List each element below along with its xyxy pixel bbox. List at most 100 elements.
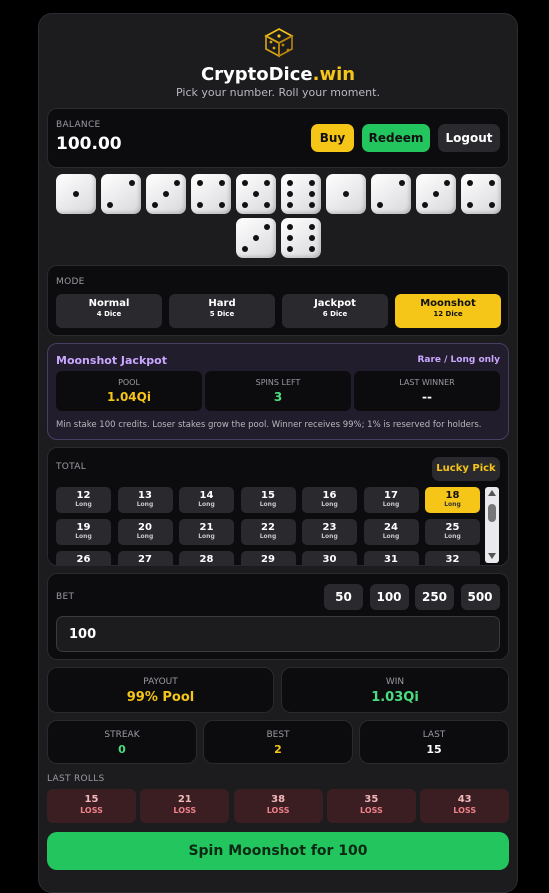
roll-result: LOSS bbox=[360, 806, 383, 815]
total-type: Long bbox=[136, 533, 154, 540]
die-pip bbox=[286, 246, 293, 252]
die-pip bbox=[151, 202, 158, 208]
title-main: CryptoDice bbox=[200, 64, 313, 85]
total-number: 21 bbox=[199, 522, 214, 533]
die-four-icon bbox=[190, 174, 231, 214]
die-pip bbox=[398, 180, 405, 186]
total-option-16[interactable]: 16 Long bbox=[302, 487, 357, 513]
total-scrollbar[interactable] bbox=[485, 487, 499, 563]
die-pip bbox=[241, 180, 248, 186]
total-option-31[interactable]: 31Long bbox=[363, 551, 419, 565]
app-title: CryptoDice.win bbox=[39, 64, 517, 85]
total-number: 17 bbox=[384, 490, 398, 501]
mode-hard-button[interactable]: Hard 5 Dice bbox=[169, 294, 275, 328]
die-three-icon bbox=[145, 174, 186, 214]
last-roll-item: 38 LOSS bbox=[233, 789, 323, 823]
die-pip bbox=[196, 202, 203, 208]
total-option-17[interactable]: 17 Long bbox=[363, 487, 419, 513]
die-pip bbox=[196, 180, 203, 186]
total-type: Long bbox=[75, 501, 92, 508]
total-option-32[interactable]: 32Long bbox=[425, 551, 480, 565]
total-option-18[interactable]: 18 Long bbox=[425, 487, 480, 513]
total-option-12[interactable]: 12 Long bbox=[56, 487, 111, 513]
redeem-button[interactable]: Redeem bbox=[362, 124, 430, 152]
mode-moonshot-button[interactable]: Moonshot 12 Dice bbox=[395, 294, 501, 328]
tagline: Pick your number. Roll your moment. bbox=[176, 86, 380, 99]
streak-box: STREAK 0 bbox=[47, 720, 197, 764]
total-option-14[interactable]: 14 Long bbox=[179, 487, 234, 513]
scrollbar-thumb[interactable] bbox=[488, 504, 496, 522]
roll-result: LOSS bbox=[266, 806, 290, 815]
total-type: Long bbox=[321, 533, 338, 540]
die-pip bbox=[241, 246, 248, 252]
roll-total: 43 bbox=[457, 794, 472, 805]
total-option-30[interactable]: 30Long bbox=[302, 551, 357, 565]
die-pip bbox=[241, 202, 248, 208]
total-option-20[interactable]: 20 Long bbox=[117, 519, 173, 545]
total-option-25[interactable]: 25 Long bbox=[425, 519, 480, 545]
total-card: TOTAL Lucky Pick 12 Long 13 Long 14 Long 15 Lon… bbox=[47, 447, 509, 566]
last-roll-item: 43 LOSS bbox=[420, 789, 510, 823]
balance-card: BALANCE 100.00 Buy Redeem Logout bbox=[47, 108, 509, 168]
bet-input[interactable]: 100 bbox=[56, 616, 500, 652]
die-pip bbox=[218, 180, 225, 186]
total-option-28[interactable]: 28Long bbox=[179, 551, 234, 565]
mode-jackpot-button[interactable]: Jackpot 6 Dice bbox=[282, 294, 388, 328]
total-option-29[interactable]: 29Long bbox=[240, 551, 296, 565]
die-two-icon bbox=[100, 174, 141, 214]
bet-chip-250[interactable]: 250 bbox=[415, 584, 454, 610]
mode-name: Moonshot bbox=[420, 298, 476, 309]
scroll-down-arrow-icon[interactable] bbox=[488, 553, 496, 559]
total-option-23[interactable]: 23 Long bbox=[302, 519, 357, 545]
die-pip bbox=[252, 191, 259, 197]
total-number: 12 bbox=[76, 490, 91, 501]
die-pip bbox=[308, 191, 315, 197]
die-pip bbox=[263, 202, 270, 208]
die-pip bbox=[466, 180, 473, 186]
total-option-22[interactable]: 22 Long bbox=[240, 519, 296, 545]
die-five-icon bbox=[235, 174, 276, 214]
total-option-24[interactable]: 24 Long bbox=[363, 519, 419, 545]
die-one-icon bbox=[55, 174, 96, 214]
total-option-27[interactable]: 27Long bbox=[117, 551, 173, 565]
total-number: 30 bbox=[322, 554, 337, 565]
die-pip bbox=[308, 246, 315, 252]
total-option-15[interactable]: 15 Long bbox=[240, 487, 296, 513]
die-pip bbox=[263, 180, 270, 186]
die-pip bbox=[488, 202, 495, 208]
total-option-19[interactable]: 19 Long bbox=[56, 519, 111, 545]
pool-label: POOL bbox=[118, 378, 140, 387]
total-number: 27 bbox=[138, 554, 152, 565]
lucky-pick-button[interactable]: Lucky Pick bbox=[432, 457, 500, 481]
total-option-21[interactable]: 21 Long bbox=[179, 519, 234, 545]
spins-left-label: SPINS LEFT bbox=[255, 378, 301, 387]
last-value: 15 bbox=[426, 743, 442, 756]
logout-button[interactable]: Logout bbox=[438, 124, 500, 152]
die-three-icon bbox=[235, 218, 276, 258]
jackpot-title: Moonshot Jackpot bbox=[56, 354, 167, 367]
die-pip bbox=[286, 180, 293, 186]
buy-button[interactable]: Buy bbox=[311, 124, 354, 152]
jackpot-panel: Moonshot Jackpot Rare / Long only POOL 1… bbox=[47, 343, 509, 440]
total-number: 23 bbox=[322, 522, 337, 533]
total-type: Long bbox=[259, 501, 277, 508]
total-type: Long bbox=[259, 533, 277, 540]
last-winner-label: LAST WINNER bbox=[399, 378, 455, 387]
jackpot-note: Min stake 100 credits. Loser stakes grow… bbox=[56, 420, 482, 430]
bet-chip-100[interactable]: 100 bbox=[369, 584, 409, 610]
total-option-26[interactable]: 26Long bbox=[56, 551, 111, 565]
spins-left-value: 3 bbox=[273, 390, 283, 404]
last-roll-item: 15 LOSS bbox=[47, 789, 136, 823]
scroll-up-arrow-icon[interactable] bbox=[488, 490, 496, 496]
bet-chip-500[interactable]: 500 bbox=[460, 584, 500, 610]
roll-total: 21 bbox=[177, 794, 192, 805]
bet-input-value: 100 bbox=[69, 627, 97, 642]
last-label: LAST bbox=[422, 730, 446, 740]
die-six-icon bbox=[280, 174, 321, 214]
spin-button[interactable]: Spin Moonshot for 100 bbox=[47, 832, 509, 870]
mode-dice-count: 5 Dice bbox=[209, 310, 235, 318]
total-number: 24 bbox=[384, 522, 398, 533]
mode-normal-button[interactable]: Normal 4 Dice bbox=[56, 294, 162, 328]
bet-chip-50[interactable]: 50 bbox=[324, 584, 363, 610]
total-option-13[interactable]: 13 Long bbox=[117, 487, 173, 513]
